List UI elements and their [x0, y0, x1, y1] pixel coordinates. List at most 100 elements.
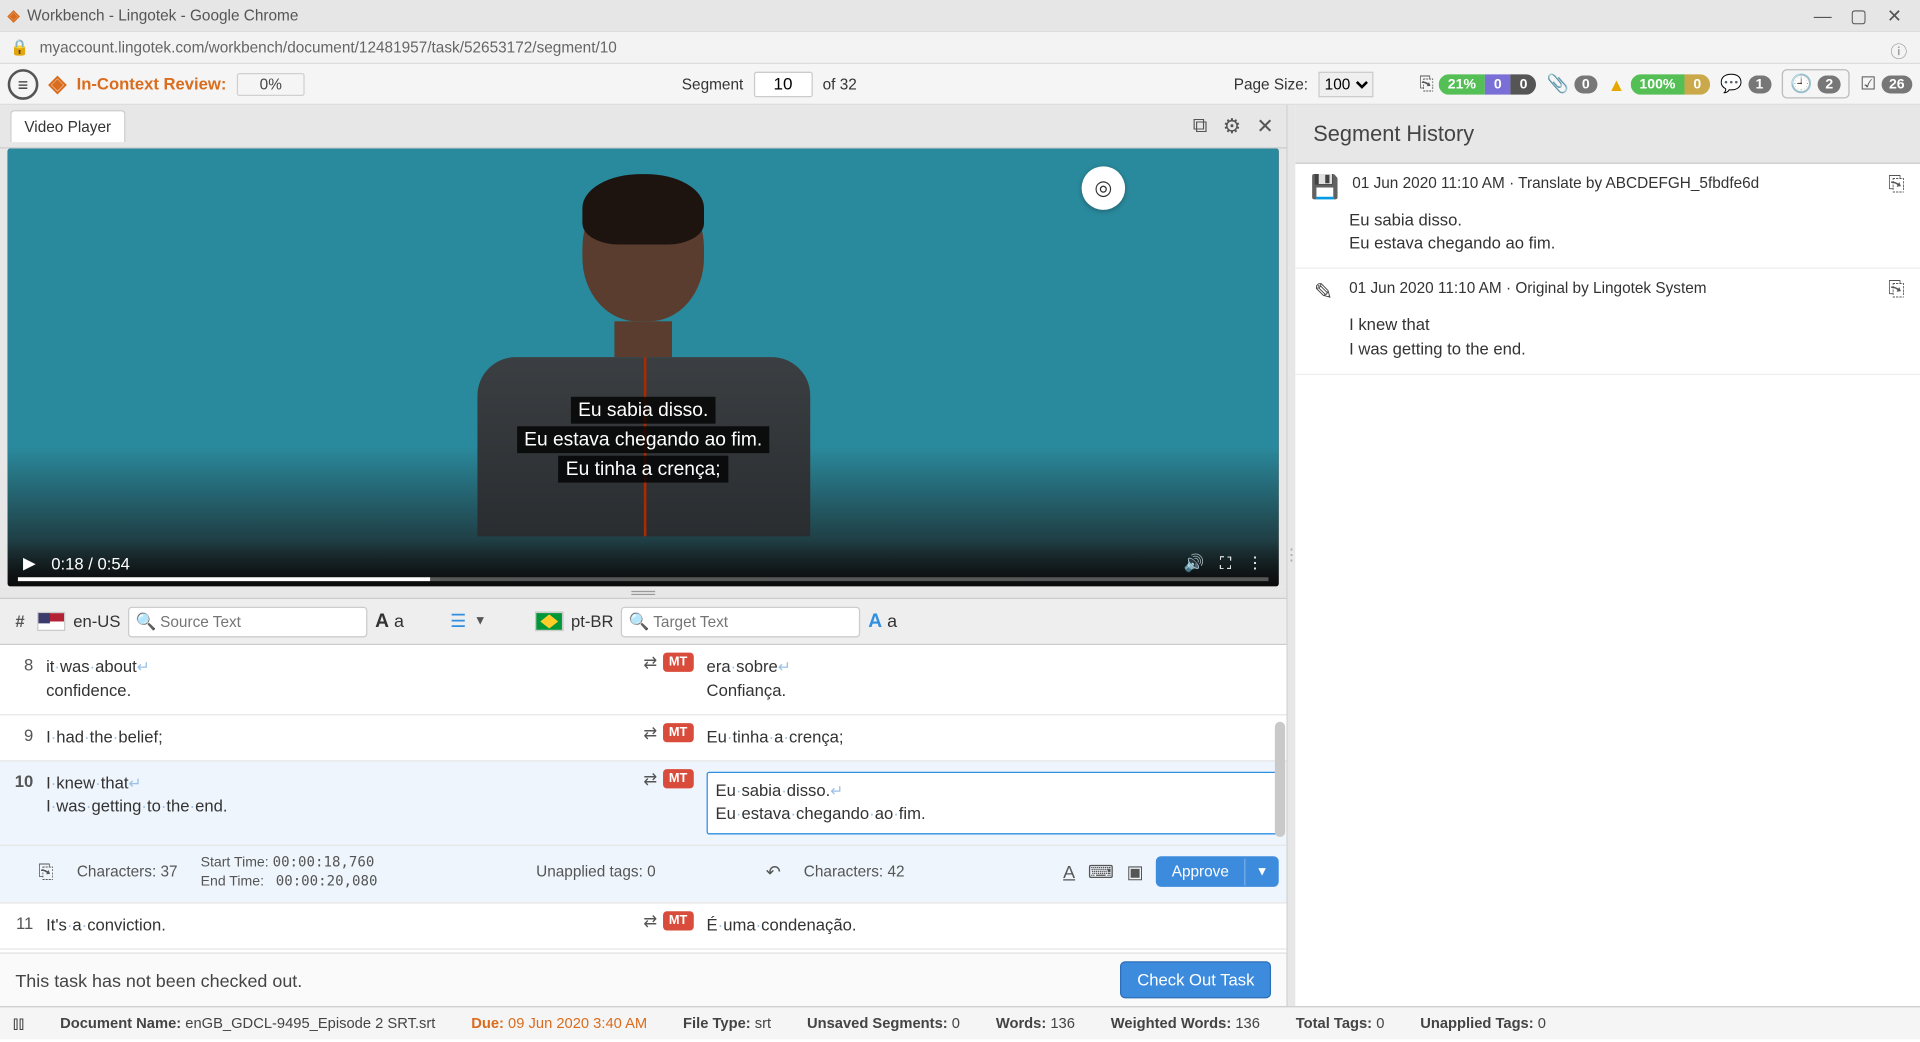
column-hash: #	[10, 612, 30, 631]
unapplied-tags: Unapplied tags: 0	[536, 863, 656, 881]
fullscreen-button[interactable]: ⛶	[1220, 553, 1232, 573]
video-player-tab[interactable]: Video Player	[10, 110, 125, 142]
segment-row-active[interactable]: 10 I·knew·that↵I·was·getting·to·the·end.…	[0, 761, 1286, 846]
source-search[interactable]: 🔍	[128, 606, 367, 637]
stat-checks[interactable]: ☑ 26	[1860, 73, 1912, 95]
page-size-label: Page Size:	[1234, 75, 1308, 93]
window-maximize-button[interactable]: ▢	[1841, 4, 1877, 26]
scrollbar-thumb[interactable]	[1275, 722, 1285, 837]
video-progress[interactable]	[18, 577, 1269, 581]
window-title: Workbench - Lingotek - Google Chrome	[27, 6, 298, 24]
subtitle-line: Eu tinha a crença;	[558, 456, 728, 483]
segment-number-input[interactable]	[754, 71, 813, 97]
stat-completion[interactable]: ⎘ 21%00	[1419, 73, 1536, 95]
close-icon[interactable]: ✕	[1254, 113, 1276, 139]
segment-number: 12	[0, 950, 38, 952]
review-percent: 0%	[237, 72, 305, 95]
brand-icon: ◈	[49, 70, 67, 97]
editor-header: # en-US 🔍 A a ☰ ▼ pt-BR	[0, 599, 1286, 645]
locate-segment-button[interactable]: ◎	[1082, 166, 1126, 210]
copy-icon[interactable]: ⎘	[1888, 280, 1904, 303]
format-icon[interactable]: A	[1063, 862, 1075, 882]
video-time: 0:18 / 0:54	[51, 554, 130, 573]
source-case-toggle[interactable]: A a	[375, 611, 404, 633]
menu-button[interactable]: ≡	[8, 68, 39, 99]
copy-icon[interactable]: ⎘	[1888, 174, 1904, 197]
segment-total: of 32	[823, 75, 857, 93]
segment-target[interactable]: era·sobre↵Confiança.	[699, 645, 1287, 714]
video-panel-header: Video Player ⧉ ⚙ ✕	[0, 105, 1286, 149]
segments-list: 8 it·was·about↵confidence. ⇄MT era·sobre…	[0, 645, 1286, 952]
window-close-button[interactable]: ✕	[1876, 4, 1912, 26]
video-subtitles: Eu sabia disso. Eu estava chegando ao fi…	[517, 396, 770, 484]
volume-button[interactable]: 🔊	[1184, 553, 1205, 573]
check-out-task-button[interactable]: Check Out Task	[1121, 961, 1271, 998]
popout-icon[interactable]: ⧉	[1190, 115, 1210, 138]
segment-tool-icon[interactable]: ▣	[1127, 861, 1144, 883]
gear-icon[interactable]: ⚙	[1220, 113, 1243, 139]
stat-history[interactable]: 🕘 2	[1781, 69, 1850, 98]
target-search[interactable]: 🔍	[621, 606, 860, 637]
subtitle-line: Eu sabia disso.	[570, 397, 716, 424]
segment-row[interactable]: 8 it·was·about↵confidence. ⇄MT era·sobre…	[0, 645, 1286, 715]
warning-icon: ▲	[1608, 74, 1626, 94]
segment-source: it·was·about↵confidence.	[38, 645, 596, 714]
stat-comments[interactable]: 💬 1	[1720, 73, 1771, 95]
horizontal-splitter[interactable]: ══	[0, 586, 1286, 599]
cube-icon: ⎘	[1419, 73, 1433, 95]
segment-row[interactable]: 11 It's·a·conviction. ⇄ MT É·uma·condenaç…	[0, 904, 1286, 950]
edit-icon: ✎	[1311, 280, 1337, 307]
save-icon: 💾	[1311, 174, 1340, 201]
address-bar[interactable]: 🔒 myaccount.lingotek.com/workbench/docum…	[0, 31, 1920, 64]
app-logo-icon: ◈	[8, 6, 20, 24]
segment-source: I'll·leave·you↵with·the·Nike·coach.	[38, 950, 596, 952]
align-icon[interactable]: ⇄	[643, 769, 657, 789]
segment-row[interactable]: 12 I'll·leave·you↵with·the·Nike·coach. ⇄…	[0, 950, 1286, 952]
target-search-input[interactable]	[621, 606, 860, 637]
vertical-splitter[interactable]: ⋮	[1288, 105, 1296, 1006]
segment-row[interactable]: 9 I·had·the·belief; ⇄MT Eu·tinha·a·crenç…	[0, 715, 1286, 761]
history-item[interactable]: 💾 01 Jun 2020 11:10 AM · Translate by AB…	[1295, 164, 1920, 269]
segment-number: 11	[0, 904, 38, 949]
review-label: In-Context Review:	[77, 74, 227, 93]
search-icon: 🔍	[629, 611, 650, 631]
source-search-input[interactable]	[128, 606, 367, 637]
attachment-icon: 📎	[1547, 73, 1569, 95]
mt-badge: MT	[662, 912, 693, 931]
src-char-count: Characters: 37	[77, 863, 178, 881]
history-meta: 01 Jun 2020 11:10 AM · Original by Lingo…	[1349, 280, 1875, 298]
keyboard-icon[interactable]: ⌨	[1088, 861, 1114, 883]
checkout-bar: This task has not been checked out. Chec…	[0, 952, 1286, 1006]
segment-history-panel: Segment History 💾 01 Jun 2020 11:10 AM ·…	[1295, 105, 1920, 1006]
url-text: myaccount.lingotek.com/workbench/documen…	[40, 38, 617, 56]
segment-target-active[interactable]: Eu·sabia·disso.↵Eu·estava·chegando·ao·fi…	[699, 761, 1287, 845]
align-icon[interactable]: ⇄	[643, 723, 657, 743]
align-icon[interactable]: ⇄	[643, 653, 657, 673]
filter-icon[interactable]: ☰	[450, 611, 466, 633]
target-editor[interactable]: Eu·sabia·disso.↵Eu·estava·chegando·ao·fi…	[707, 771, 1279, 835]
checkout-message: This task has not been checked out.	[15, 970, 1120, 990]
stats-icon[interactable]: ⫾⫾	[13, 1012, 24, 1034]
more-button[interactable]: ⋮	[1247, 553, 1264, 573]
page-size-select[interactable]: 100	[1318, 71, 1373, 97]
status-bar: ⫾⫾ Document Name: enGB_GDCL-9495_Episode…	[0, 1006, 1920, 1039]
stat-attachments[interactable]: 📎 0	[1547, 73, 1598, 95]
target-case-toggle[interactable]: A a	[868, 611, 897, 633]
approve-dropdown[interactable]: ▼	[1244, 859, 1278, 886]
segment-target[interactable]: Eu·vou·deixá-lo↵com·o·treinador·da·Nike.	[699, 950, 1287, 952]
play-button[interactable]: ▶	[23, 553, 36, 573]
stat-warnings[interactable]: ▲ 100%0	[1608, 74, 1711, 94]
align-icon[interactable]: ⇄	[643, 912, 657, 932]
copy-icon[interactable]: ⎘	[38, 861, 53, 883]
segment-target[interactable]: Eu·tinha·a·crença;	[699, 715, 1287, 760]
history-item[interactable]: ✎ 01 Jun 2020 11:10 AM · Original by Lin…	[1295, 269, 1920, 374]
comment-icon: 💬	[1720, 73, 1742, 95]
window-minimize-button[interactable]: —	[1805, 5, 1841, 25]
approve-button[interactable]: Approve ▼	[1156, 857, 1278, 888]
segment-source: It's·a·conviction.	[38, 904, 596, 949]
segment-target[interactable]: É·uma·condenação.	[699, 904, 1287, 949]
segment-label: Segment	[682, 75, 743, 93]
page-info-icon[interactable]: ⓘ	[1891, 38, 1908, 62]
filter-dropdown-icon[interactable]: ▼	[474, 614, 487, 628]
undo-button[interactable]: ↶	[766, 861, 781, 883]
